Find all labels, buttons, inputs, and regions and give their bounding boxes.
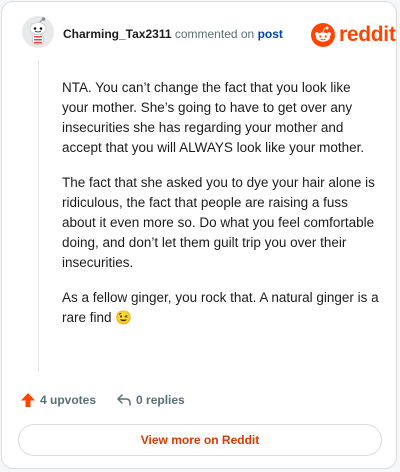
- comment-paragraph: The fact that she asked you to dye your …: [62, 175, 375, 270]
- reddit-logo-icon: [311, 23, 335, 47]
- action-text: commented on: [174, 27, 255, 41]
- snoo-avatar-icon: [22, 16, 54, 48]
- comment-header: Charming_Tax2311 commented on post: [63, 26, 283, 42]
- reply-count: 0 replies: [136, 393, 185, 407]
- comment-actions: 4 upvotes 0 replies: [20, 390, 185, 410]
- replies-button[interactable]: 0 replies: [116, 392, 185, 408]
- view-more-button[interactable]: View more on Reddit: [18, 424, 382, 456]
- upvote-count: 4 upvotes: [40, 393, 97, 407]
- username[interactable]: Charming_Tax2311: [63, 27, 172, 41]
- thread-line: [38, 60, 39, 372]
- reddit-logo[interactable]: reddit: [311, 22, 396, 48]
- reply-arrow-icon: [117, 394, 131, 406]
- comment-paragraph: NTA. You can’t change the fact that you …: [62, 80, 365, 155]
- comment-body: NTA. You can’t change the fact that you …: [62, 78, 380, 343]
- comment-card: Charming_Tax2311 commented on post reddi…: [1, 1, 397, 469]
- upvote-button[interactable]: 4 upvotes: [20, 392, 96, 408]
- post-link[interactable]: post: [258, 27, 283, 41]
- avatar[interactable]: [22, 16, 54, 48]
- upvote-arrow-icon: [21, 393, 35, 407]
- comment-paragraph: As a fellow ginger, you rock that. A nat…: [62, 290, 379, 325]
- reddit-wordmark: reddit: [339, 23, 396, 46]
